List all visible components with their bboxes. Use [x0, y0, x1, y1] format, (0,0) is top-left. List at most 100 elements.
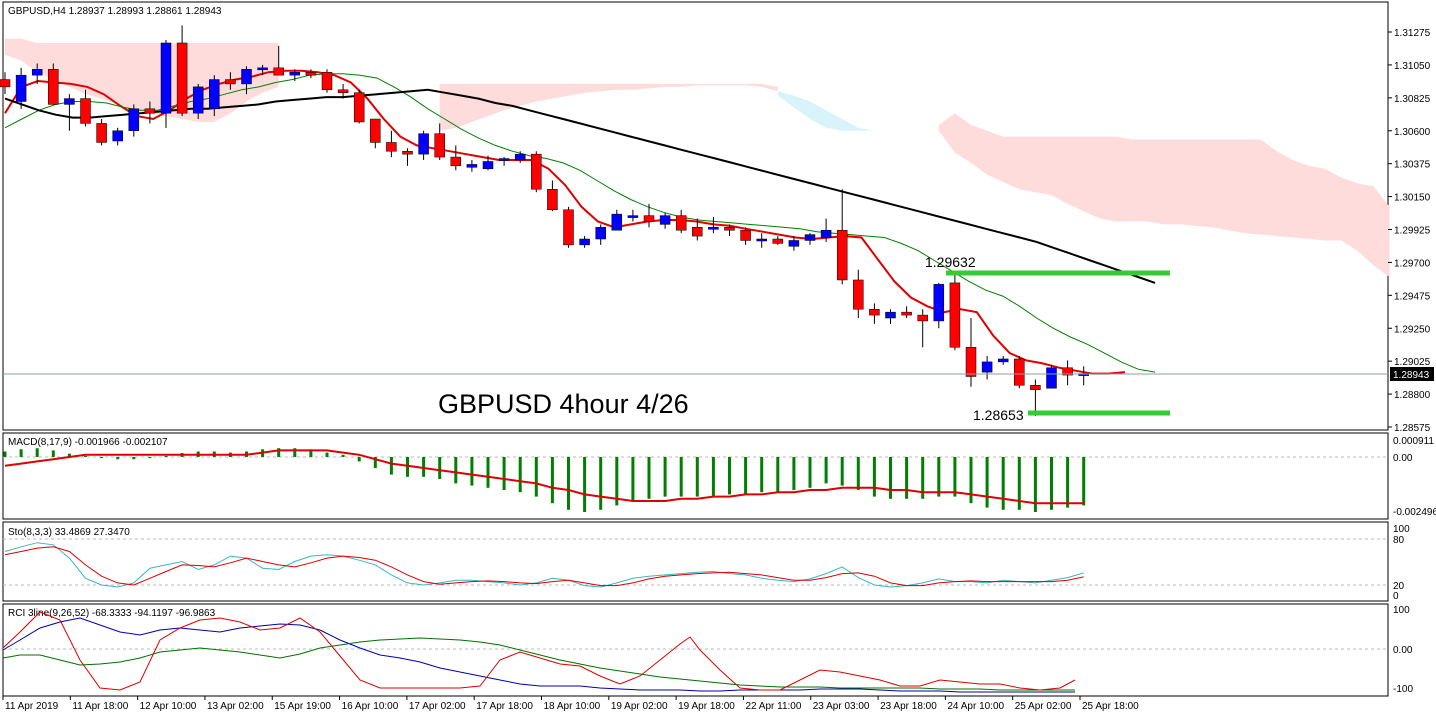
- time-tick-label: 11 Apr 2019: [5, 701, 59, 712]
- bear-candle: [1014, 358, 1025, 386]
- bull-candle: [482, 161, 494, 170]
- bull-candle: [128, 108, 140, 132]
- price-tick-label: 1.30375: [1394, 160, 1431, 171]
- bear-candle: [434, 133, 445, 158]
- stochastic-tick-80: 80: [1393, 535, 1405, 546]
- time-tick-label: 25 Apr 02:00: [1015, 701, 1072, 712]
- bull-candle: [804, 234, 816, 241]
- bull-candle: [514, 153, 526, 161]
- price-tick-label: 1.29925: [1394, 226, 1431, 237]
- bear-candle: [176, 42, 188, 114]
- bear-candle: [740, 229, 751, 241]
- high-level-label: 1.29632: [925, 254, 976, 270]
- price-tick-label: 1.28800: [1394, 390, 1431, 401]
- bear-candle: [321, 71, 333, 91]
- rci-tick-low: -100: [1393, 684, 1413, 695]
- macd-title: MACD(8,17,9) -0.001966 -0.002107: [8, 437, 168, 448]
- bear-candle: [853, 279, 864, 310]
- time-tick-label: 24 Apr 10:00: [947, 701, 1004, 712]
- stochastic-tick-100: 100: [1393, 524, 1410, 535]
- bull-candle: [708, 227, 719, 230]
- price-tick-label: 1.29700: [1394, 258, 1431, 269]
- time-tick-label: 17 Apr 02:00: [409, 701, 466, 712]
- time-tick-label: 23 Apr 18:00: [880, 701, 937, 712]
- bull-candle: [1046, 367, 1057, 389]
- bull-candle: [289, 71, 301, 76]
- time-tick-label: 13 Apr 02:00: [207, 701, 264, 712]
- bull-candle: [820, 229, 832, 238]
- bear-candle: [675, 215, 687, 231]
- bull-candle: [112, 130, 123, 142]
- rci-tick-zero: 0.00: [1393, 645, 1413, 656]
- bear-candle: [869, 308, 880, 316]
- bull-candle: [209, 79, 220, 110]
- bull-candle: [756, 238, 767, 242]
- price-tick-label: 1.28575: [1394, 423, 1431, 434]
- bull-candle: [15, 74, 27, 102]
- time-tick-label: 19 Apr 18:00: [678, 701, 735, 712]
- bear-candle: [949, 282, 961, 348]
- bull-candle: [160, 42, 172, 114]
- bull-candle: [31, 69, 43, 76]
- bear-candle: [305, 71, 317, 76]
- bull-candle: [933, 284, 945, 322]
- bull-candle: [659, 215, 671, 225]
- time-tick-label: 23 Apr 03:00: [813, 701, 870, 712]
- bear-candle: [80, 98, 91, 124]
- bear-candle: [96, 123, 107, 143]
- bull-candle: [257, 67, 268, 71]
- time-tick-label: 17 Apr 18:00: [476, 701, 533, 712]
- bear-candle: [901, 311, 912, 316]
- bull-candle: [788, 240, 800, 247]
- macd-tick-low: -0.002496: [1393, 507, 1436, 518]
- bull-candle: [997, 358, 1009, 363]
- bear-candle: [563, 209, 574, 246]
- bull-candle: [885, 311, 896, 319]
- time-tick-label: 22 Apr 11:00: [745, 701, 801, 712]
- price-tick-label: 1.29475: [1394, 291, 1431, 302]
- bear-candle: [402, 150, 413, 155]
- bear-candle: [48, 69, 59, 105]
- bear-candle: [1030, 385, 1041, 390]
- bear-candle: [337, 89, 349, 93]
- bull-candle: [418, 133, 429, 155]
- bull-candle: [241, 69, 252, 85]
- bull-candle: [611, 213, 623, 231]
- bear-candle: [370, 118, 381, 143]
- price-tick-label: 1.29025: [1394, 357, 1431, 368]
- time-tick-label: 12 Apr 10:00: [140, 701, 197, 712]
- bear-candle: [386, 142, 397, 152]
- bull-candle: [498, 158, 510, 161]
- bull-candle: [64, 98, 75, 105]
- price-tick-label: 1.30825: [1394, 94, 1431, 105]
- bull-candle: [466, 164, 478, 168]
- bear-candle: [225, 79, 236, 85]
- bear-candle: [836, 229, 848, 281]
- macd-tick-high: 0.000911: [1393, 436, 1434, 447]
- bear-candle: [724, 227, 735, 231]
- bull-candle: [627, 215, 639, 218]
- time-tick-label: 25 Apr 18:00: [1082, 701, 1139, 712]
- price-tick-label: 1.30150: [1394, 193, 1431, 204]
- price-tick-label: 1.30600: [1394, 127, 1431, 138]
- macd-tick-zero: 0.00: [1393, 453, 1413, 464]
- trading-chart: 1.29632 1.28653 GBPUSD 4hour 4/26 GBPUSD…: [0, 0, 1436, 716]
- bear-candle: [450, 156, 462, 167]
- time-tick-label: 19 Apr 02:00: [611, 701, 668, 712]
- symbol-header: GBPUSD,H4 1.28937 1.28993 1.28861 1.2894…: [8, 6, 222, 17]
- bull-candle: [579, 238, 590, 246]
- time-tick-label: 11 Apr 18:00: [72, 701, 128, 712]
- bear-candle: [353, 92, 365, 123]
- bear-candle: [772, 238, 784, 244]
- bear-candle: [547, 189, 558, 211]
- time-tick-label: 16 Apr 10:00: [342, 701, 399, 712]
- bull-candle: [192, 86, 204, 114]
- bull-candle: [595, 227, 606, 240]
- bear-candle: [643, 215, 655, 222]
- price-tick-label: 1.31050: [1394, 61, 1431, 72]
- bear-candle: [0, 79, 11, 88]
- bear-candle: [273, 67, 284, 76]
- low-level-label: 1.28653: [973, 407, 1024, 423]
- bear-candle: [965, 347, 977, 377]
- bull-candle: [981, 361, 993, 373]
